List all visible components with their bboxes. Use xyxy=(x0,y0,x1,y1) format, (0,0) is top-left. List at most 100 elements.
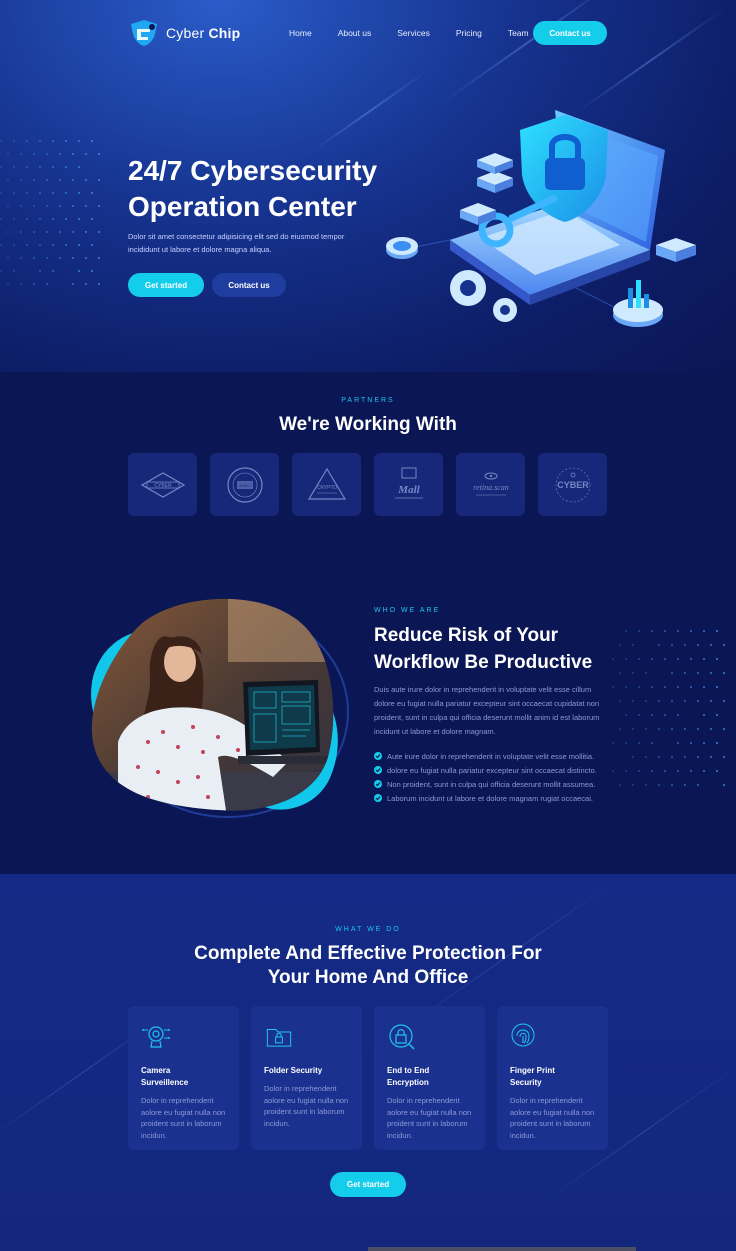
decor-dot xyxy=(710,700,712,702)
decor-dot xyxy=(651,686,653,688)
decor-dot xyxy=(651,714,653,716)
decor-dot xyxy=(7,153,9,155)
decor-dot xyxy=(658,756,660,758)
service-card-fingerprint[interactable]: Finger Print Security Dolor in reprehend… xyxy=(497,1006,608,1150)
services-get-started-button[interactable]: Get started xyxy=(330,1172,406,1197)
decor-dot xyxy=(7,179,9,181)
decor-dot xyxy=(13,192,15,194)
partner-logo-cyber-circle[interactable]: CYBER xyxy=(538,453,607,516)
decor-dot xyxy=(612,770,614,772)
decor-dot xyxy=(52,244,54,246)
decor-dot xyxy=(723,756,725,758)
laptop-security-illustration xyxy=(380,90,710,350)
decor-dot xyxy=(52,192,54,194)
decor-dot xyxy=(20,231,22,233)
decor-dot xyxy=(677,686,679,688)
decor-dot xyxy=(46,179,48,181)
decor-dot xyxy=(716,770,718,772)
decor-dot xyxy=(658,728,660,730)
hero-title: 24/7 Cybersecurity Operation Center xyxy=(128,153,408,225)
card-description: Dolor in reprehenderit aolore eu fugiat … xyxy=(387,1095,472,1141)
decor-dot xyxy=(690,742,692,744)
hero-contact-button[interactable]: Contact us xyxy=(212,273,286,297)
chip-logo-icon xyxy=(128,18,160,48)
decor-dot xyxy=(98,179,100,181)
decor-dot xyxy=(98,257,100,259)
about-title: Reduce Risk of Your Workflow Be Producti… xyxy=(374,622,634,676)
list-item: Non proident, sunt in culpa qui officia … xyxy=(374,777,597,791)
hero-description: Dolor sit amet consectetur adipisicing e… xyxy=(128,230,368,256)
decor-dot xyxy=(703,770,705,772)
partners-title: We're Working With xyxy=(0,414,736,436)
decor-dot xyxy=(85,257,87,259)
decor-dot xyxy=(723,700,725,702)
decor-dot xyxy=(33,179,35,181)
decor-dot xyxy=(85,205,87,207)
decor-dot xyxy=(703,658,705,660)
get-started-button[interactable]: Get started xyxy=(128,273,204,297)
svg-text:retina.scan: retina.scan xyxy=(473,483,508,492)
decor-dot xyxy=(98,153,100,155)
nav-services[interactable]: Services xyxy=(397,28,430,38)
nav-pricing[interactable]: Pricing xyxy=(456,28,482,38)
contact-us-button[interactable]: Contact us xyxy=(533,21,607,45)
decor-dot xyxy=(697,728,699,730)
decor-dot xyxy=(632,700,634,702)
services-title-line2: Your Home And Office xyxy=(0,966,736,990)
decor-dot xyxy=(26,192,28,194)
cyber-badge-icon: CYBER xyxy=(138,470,188,500)
partner-logo-retina[interactable]: retina.scan xyxy=(456,453,525,516)
decor-dot xyxy=(0,140,2,142)
next-section-edge xyxy=(368,1247,636,1251)
nav-about[interactable]: About us xyxy=(338,28,372,38)
decor-dot xyxy=(651,630,653,632)
partner-logo-crypto[interactable]: CRYPTO xyxy=(292,453,361,516)
decor-dot xyxy=(625,770,627,772)
check-icon xyxy=(374,780,382,788)
svg-text:CYBER: CYBER xyxy=(557,480,589,490)
partners-eyebrow: PARTNERS xyxy=(0,397,736,404)
decor-dot xyxy=(20,283,22,285)
decor-dot xyxy=(697,700,699,702)
decor-dot xyxy=(78,244,80,246)
partner-logo-mall[interactable]: Mall xyxy=(374,453,443,516)
decor-dot xyxy=(684,756,686,758)
decor-dot xyxy=(85,231,87,233)
decor-dot xyxy=(677,742,679,744)
partner-logo-cyber[interactable]: CYBER xyxy=(128,453,197,516)
decor-dot xyxy=(0,166,2,168)
decor-dot xyxy=(697,672,699,674)
decor-dot xyxy=(645,784,647,786)
svg-text:SHIELD: SHIELD xyxy=(239,484,251,488)
fingerprint-icon xyxy=(510,1022,540,1052)
partner-logo-shield[interactable]: SHIELD xyxy=(210,453,279,516)
decor-dot xyxy=(703,742,705,744)
decor-dot xyxy=(85,283,87,285)
nav-team[interactable]: Team xyxy=(508,28,529,38)
decor-dot xyxy=(52,270,54,272)
retina-eye-icon: retina.scan xyxy=(464,468,518,502)
card-title: End to End Encryption xyxy=(387,1065,457,1089)
decor-dot xyxy=(632,728,634,730)
decor-dot xyxy=(703,630,705,632)
service-card-folder[interactable]: Folder Security Dolor in reprehenderit a… xyxy=(251,1006,362,1150)
decor-dot xyxy=(33,205,35,207)
decor-dot xyxy=(46,283,48,285)
decor-dot xyxy=(13,218,15,220)
decor-dot xyxy=(72,179,74,181)
svg-text:CRYPTO: CRYPTO xyxy=(316,485,337,491)
check-icon xyxy=(374,766,382,774)
decor-dot xyxy=(632,784,634,786)
brand-logo[interactable]: Cyber Chip xyxy=(128,18,240,48)
decor-dot xyxy=(664,770,666,772)
service-card-encryption[interactable]: End to End Encryption Dolor in reprehend… xyxy=(374,1006,485,1150)
decor-dot xyxy=(0,244,2,246)
decor-dot xyxy=(671,672,673,674)
decor-dot xyxy=(690,630,692,632)
service-card-camera[interactable]: Camera Surveillence Dolor in reprehender… xyxy=(128,1006,239,1150)
nav-home[interactable]: Home xyxy=(289,28,312,38)
decor-dot xyxy=(671,728,673,730)
decor-dot xyxy=(716,742,718,744)
decor-dot xyxy=(39,192,41,194)
decor-dot xyxy=(638,658,640,660)
